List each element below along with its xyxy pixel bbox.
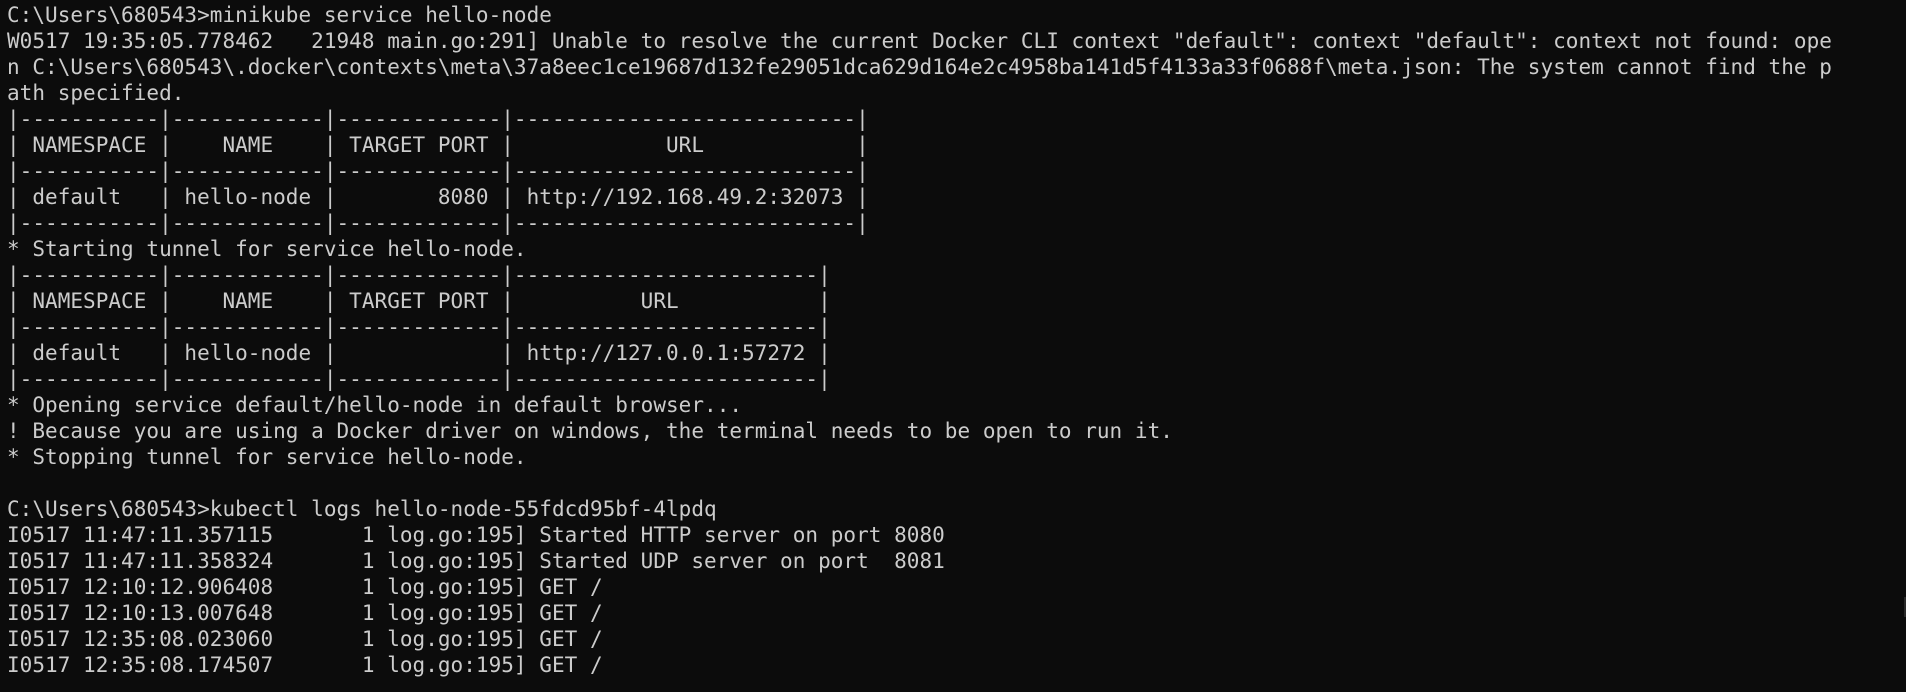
log-line: I0517 12:35:08.174507 1 log.go:195] GET … — [7, 653, 603, 677]
table-header-row: | NAMESPACE | NAME | TARGET PORT | URL | — [7, 133, 869, 157]
log-line: I0517 12:10:12.906408 1 log.go:195] GET … — [7, 575, 603, 599]
prompt-line: C:\Users\680543>kubectl logs hello-node-… — [7, 497, 717, 521]
table-border: |-----------|------------|-------------|… — [7, 263, 831, 287]
table-border: |-----------|------------|-------------|… — [7, 315, 831, 339]
warning-line: n C:\Users\680543\.docker\contexts\meta\… — [7, 55, 1832, 79]
output-line: * Opening service default/hello-node in … — [7, 393, 743, 417]
table-border: |-----------|------------|-------------|… — [7, 159, 869, 183]
log-line: I0517 12:35:08.023060 1 log.go:195] GET … — [7, 627, 603, 651]
output-line: * Starting tunnel for service hello-node… — [7, 237, 527, 261]
output-line: ! Because you are using a Docker driver … — [7, 419, 1173, 443]
log-line: I0517 11:47:11.357115 1 log.go:195] Star… — [7, 523, 945, 547]
warning-line: ath specified. — [7, 81, 185, 105]
table-row: | default | hello-node | | http://127.0.… — [7, 341, 831, 365]
table-border: |-----------|------------|-------------|… — [7, 211, 869, 235]
table-header-row: | NAMESPACE | NAME | TARGET PORT | URL | — [7, 289, 831, 313]
warning-line: W0517 19:35:05.778462 21948 main.go:291]… — [7, 29, 1832, 53]
table-border: |-----------|------------|-------------|… — [7, 107, 869, 131]
terminal-window[interactable]: C:\Users\680543>minikube service hello-n… — [0, 0, 1906, 692]
table-border: |-----------|------------|-------------|… — [7, 367, 831, 391]
log-line: I0517 11:47:11.358324 1 log.go:195] Star… — [7, 549, 945, 573]
table-row: | default | hello-node | 8080 | http://1… — [7, 185, 869, 209]
prompt-line: C:\Users\680543>minikube service hello-n… — [7, 3, 552, 27]
log-line: I0517 12:10:13.007648 1 log.go:195] GET … — [7, 601, 603, 625]
output-line: * Stopping tunnel for service hello-node… — [7, 445, 527, 469]
